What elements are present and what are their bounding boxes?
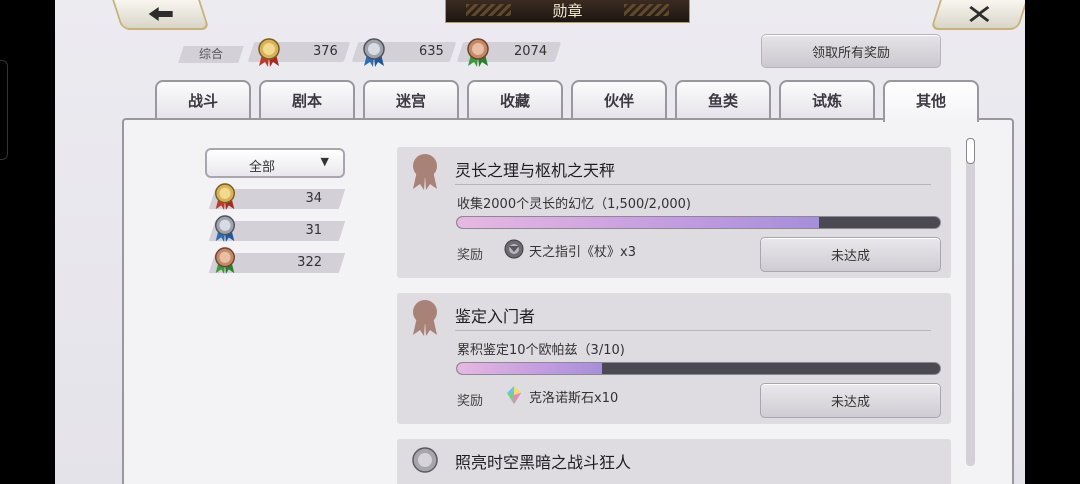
page-title: 勋章 bbox=[445, 0, 690, 23]
back-button[interactable] bbox=[112, 0, 210, 30]
progress-bar bbox=[456, 362, 941, 375]
reward-text: 天之指引《杖》x3 bbox=[529, 245, 636, 260]
bronze-medal-icon bbox=[212, 247, 238, 279]
achievement-title: 鉴定入门者 bbox=[455, 307, 536, 326]
bronze-medal-icon bbox=[464, 38, 492, 72]
silver-medal-icon bbox=[212, 215, 238, 247]
claim-all-rewards-button[interactable]: 领取所有奖励 bbox=[761, 34, 941, 68]
medal-screen: 勋章 综合 376 635 2074 领取所有奖励 战斗 剧本 迷宫 收藏 伙伴… bbox=[55, 0, 1025, 484]
achievement-card: 鉴定入门者 累积鉴定10个欧帕兹（3/10) 奖励 克洛诺斯石x10 未达成 bbox=[397, 293, 951, 424]
silver-count: 31 bbox=[305, 223, 322, 238]
tab-story[interactable]: 剧本 bbox=[259, 80, 355, 120]
orb-icon bbox=[504, 239, 524, 263]
medal-silhouette-icon bbox=[409, 153, 441, 195]
reward-label: 奖励 bbox=[457, 394, 484, 409]
divider bbox=[455, 330, 931, 331]
arrow-left-icon bbox=[148, 7, 173, 21]
tab-companion[interactable]: 伙伴 bbox=[571, 80, 667, 120]
tab-fish[interactable]: 鱼类 bbox=[675, 80, 771, 120]
scrollbar[interactable] bbox=[966, 138, 975, 466]
bronze-count: 322 bbox=[297, 255, 322, 270]
silver-total-count: 635 bbox=[419, 44, 444, 59]
achievement-card: 灵长之理与枢机之天秤 收集2000个灵长的幻忆（1,500/2,000) 奖励 … bbox=[397, 147, 951, 278]
bronze-count-row: 322 bbox=[208, 247, 346, 274]
left-edge-notch bbox=[0, 60, 8, 160]
status-button[interactable]: 未达成 bbox=[760, 237, 941, 272]
silver-medal-icon bbox=[360, 38, 388, 72]
tab-other[interactable]: 其他 bbox=[883, 80, 979, 122]
bronze-total-count: 2074 bbox=[514, 44, 548, 59]
achievement-title: 照亮时空黑暗之战斗狂人 bbox=[455, 453, 632, 472]
close-button[interactable] bbox=[930, 0, 1025, 30]
category-tabs: 战斗 剧本 迷宫 收藏 伙伴 鱼类 试炼 其他 bbox=[155, 80, 985, 122]
gold-total-count: 376 bbox=[313, 44, 338, 59]
status-button[interactable]: 未达成 bbox=[760, 383, 941, 418]
achievement-title: 灵长之理与枢机之天秤 bbox=[455, 161, 616, 180]
tab-battle[interactable]: 战斗 bbox=[155, 80, 251, 120]
filter-selected-value: 全部 bbox=[248, 160, 275, 175]
reward-text: 克洛诺斯石x10 bbox=[529, 391, 619, 406]
tab-collection[interactable]: 收藏 bbox=[467, 80, 563, 120]
silver-count-row: 31 bbox=[208, 215, 346, 242]
achievement-card: 照亮时空黑暗之战斗狂人 bbox=[397, 439, 951, 484]
triangle-down-icon: ▼ bbox=[320, 155, 329, 168]
medal-filter-dropdown[interactable]: 全部 ▼ bbox=[205, 148, 345, 178]
achievement-description: 收集2000个灵长的幻忆（1,500/2,000) bbox=[457, 197, 691, 212]
tab-labyrinth[interactable]: 迷宫 bbox=[363, 80, 459, 120]
gold-count-row: 34 bbox=[208, 183, 346, 210]
reward-label: 奖励 bbox=[457, 248, 484, 263]
right-black-strip bbox=[1025, 0, 1080, 484]
gold-medal-icon bbox=[255, 38, 283, 72]
gold-medal-icon bbox=[212, 183, 238, 215]
crystal-icon bbox=[504, 385, 524, 409]
scroll-thumb[interactable] bbox=[966, 138, 975, 164]
medal-silhouette-icon bbox=[409, 299, 441, 341]
gold-count: 34 bbox=[305, 191, 322, 206]
close-icon bbox=[969, 6, 990, 22]
progress-bar bbox=[456, 216, 941, 229]
divider bbox=[455, 184, 931, 185]
achievement-description: 累积鉴定10个欧帕兹（3/10) bbox=[457, 343, 625, 358]
silver-medal-silhouette-icon bbox=[409, 445, 441, 484]
tab-trial[interactable]: 试炼 bbox=[779, 80, 875, 120]
summary-label: 综合 bbox=[178, 46, 244, 63]
